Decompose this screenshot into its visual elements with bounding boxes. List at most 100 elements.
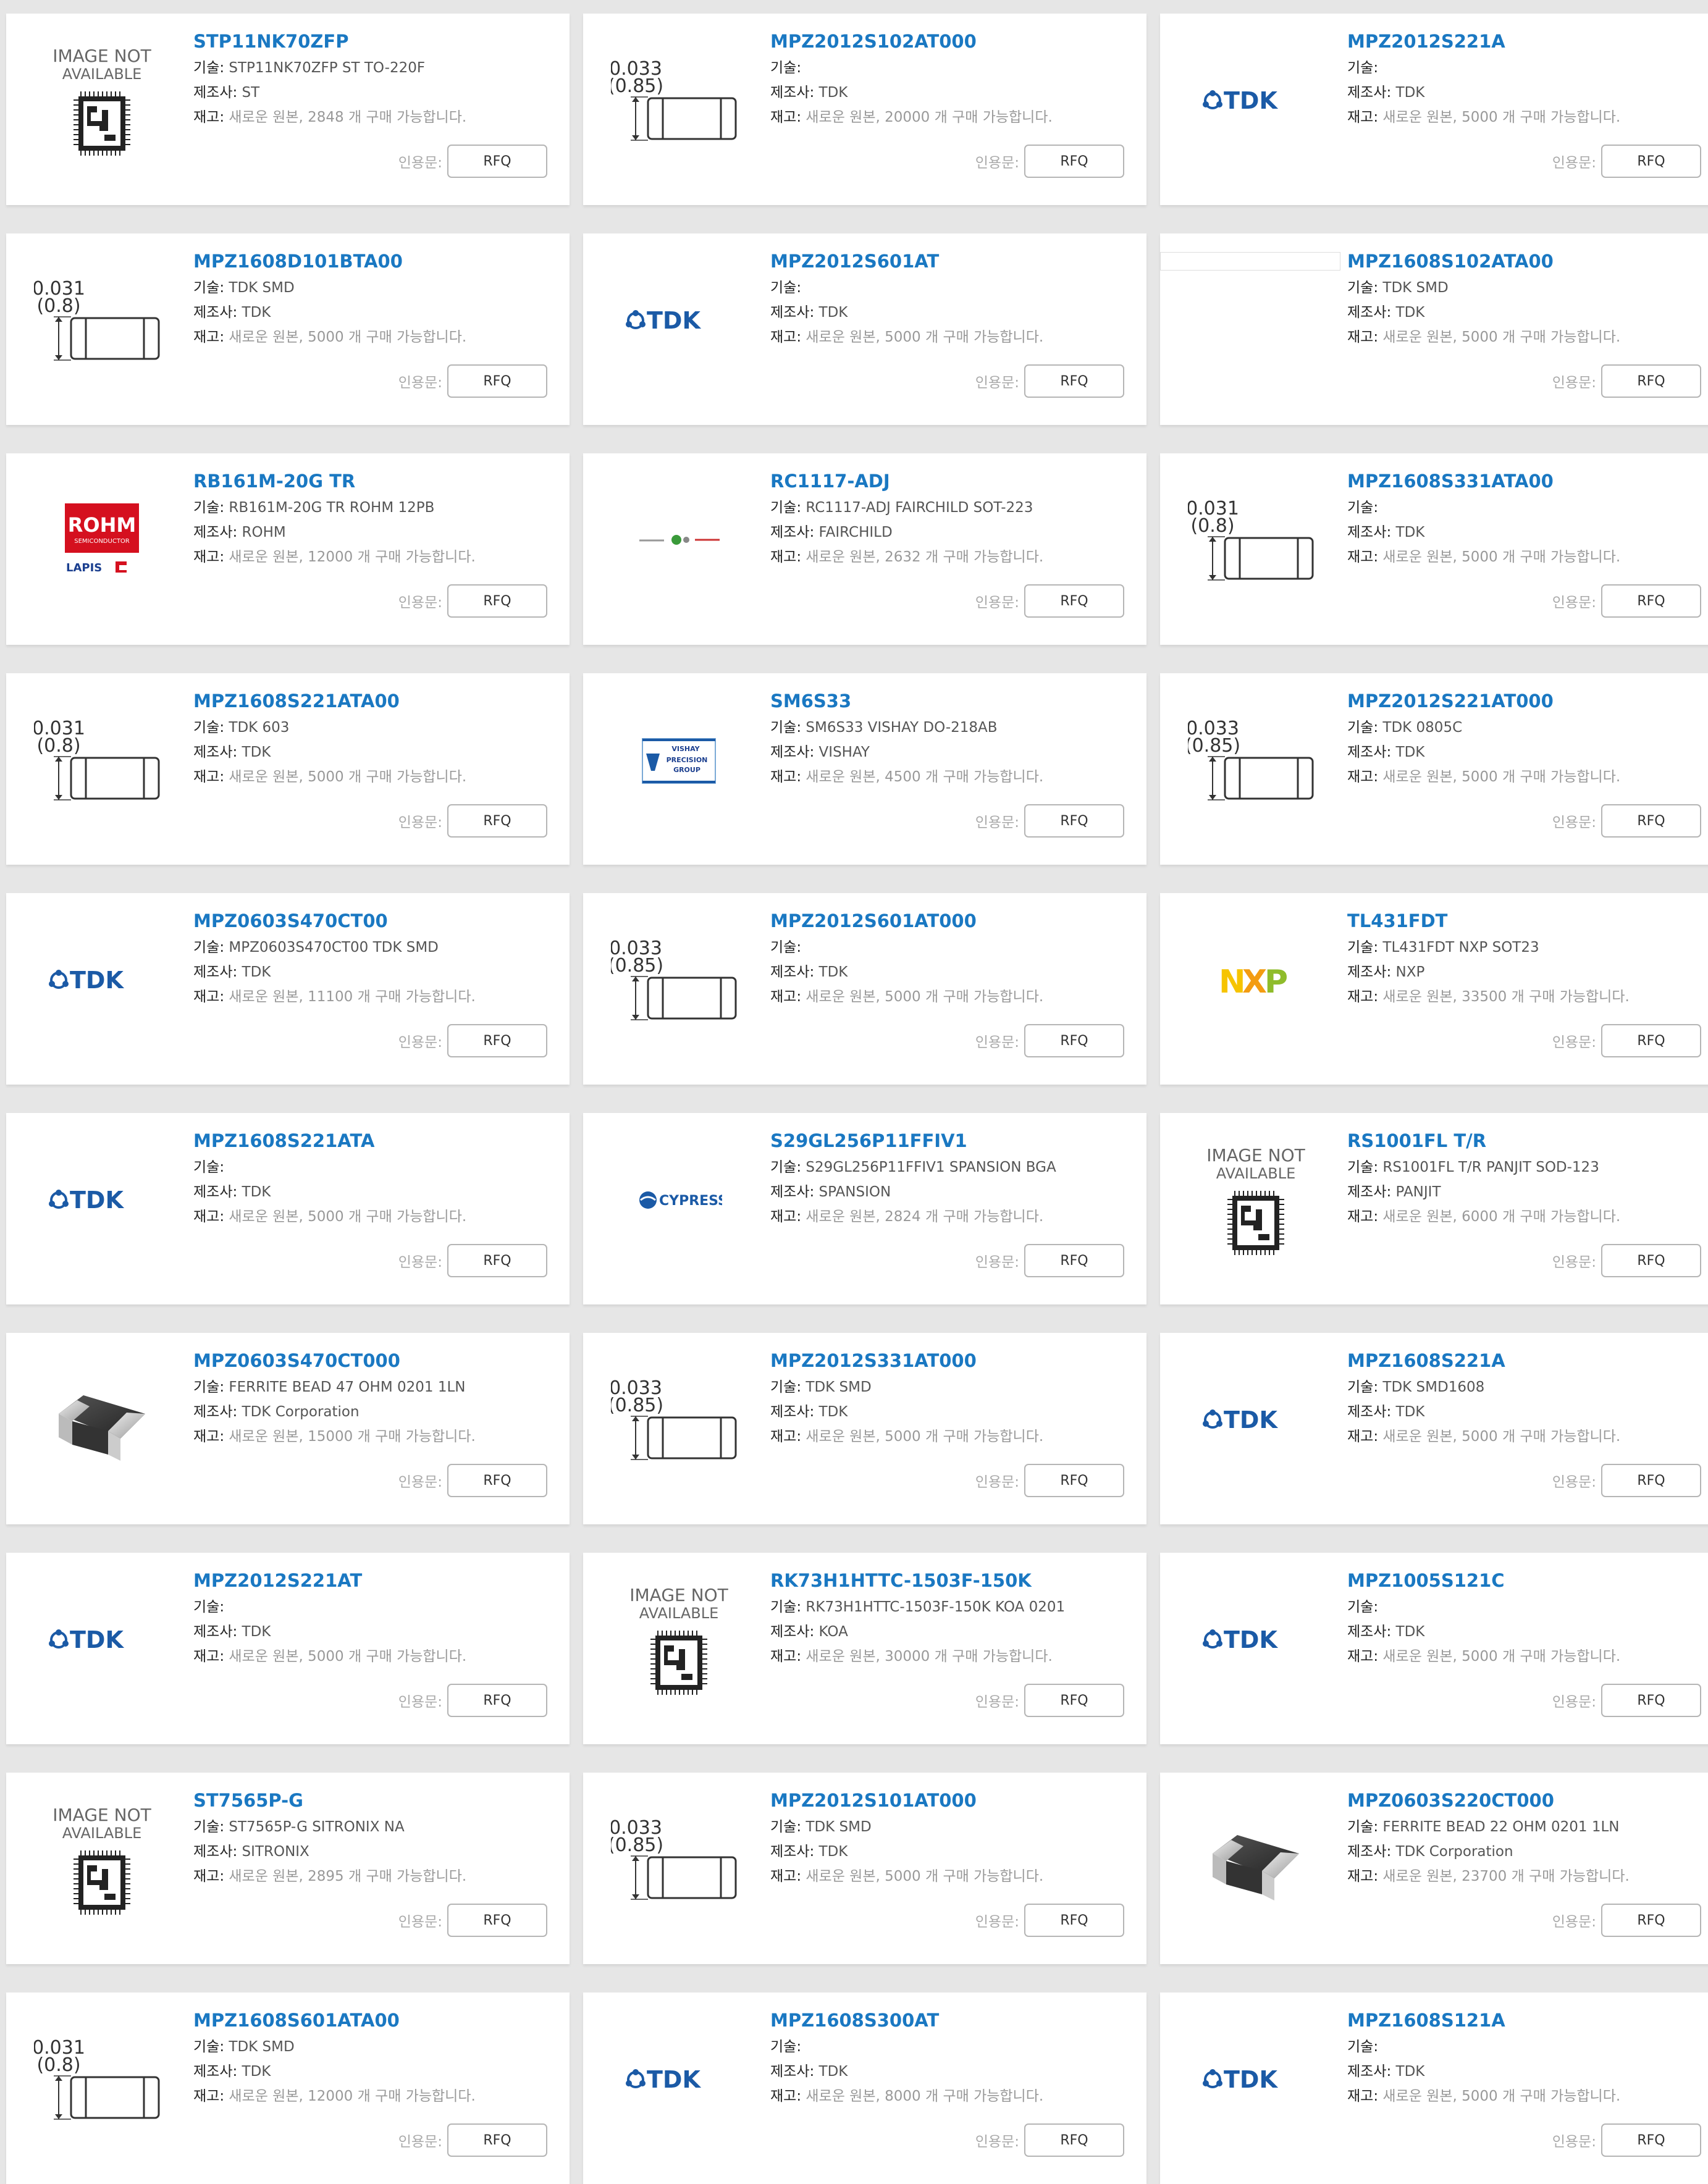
product-thumbnail[interactable]: 0.031 (0.8)	[25, 2015, 179, 2144]
product-name-link[interactable]: MPZ1608S221A	[1347, 1350, 1705, 1371]
product-name-link[interactable]: MPZ0603S470CT00	[193, 910, 551, 931]
product-thumbnail[interactable]: CYPRESS	[602, 1135, 756, 1265]
quote-label: 인용문:	[975, 2134, 1019, 2150]
product-name-link[interactable]: STP11NK70ZFP	[193, 31, 551, 52]
product-thumbnail[interactable]: IMAGE NOT AVAILABLE	[602, 1575, 756, 1705]
product-thumbnail[interactable]: IMAGE NOT AVAILABLE	[25, 36, 179, 166]
product-thumbnail[interactable]: TDK	[1179, 1355, 1333, 1485]
rfq-button[interactable]: RFQ	[1601, 584, 1701, 618]
rfq-button[interactable]: RFQ	[1601, 2123, 1701, 2157]
product-thumbnail[interactable]: IMAGE NOT AVAILABLE	[25, 1795, 179, 1925]
product-name-link[interactable]: MPZ0603S470CT000	[193, 1350, 551, 1371]
quote-label: 인용문:	[975, 815, 1019, 831]
product-thumbnail[interactable]: TDK	[1179, 2015, 1333, 2144]
product-info: MPZ0603S470CT000 기술: FERRITE BEAD 47 OHM…	[193, 1350, 551, 1449]
rfq-button[interactable]: RFQ	[1601, 1464, 1701, 1497]
rfq-button[interactable]: RFQ	[1601, 804, 1701, 838]
product-thumbnail[interactable]: 0.033 (0.85)	[1179, 695, 1333, 825]
product-name-link[interactable]: MPZ1608D101BTA00	[193, 251, 551, 272]
rfq-button[interactable]: RFQ	[447, 1684, 547, 1717]
rfq-button[interactable]: RFQ	[1024, 145, 1124, 178]
product-thumbnail[interactable]: TDK	[25, 915, 179, 1045]
rfq-button[interactable]: RFQ	[1024, 1464, 1124, 1497]
rfq-button[interactable]: RFQ	[447, 584, 547, 618]
product-thumbnail[interactable]: TDK	[25, 1575, 179, 1705]
product-name-link[interactable]: MPZ1608S601ATA00	[193, 2010, 551, 2031]
rfq-button[interactable]: RFQ	[447, 145, 547, 178]
product-thumbnail[interactable]: 0.033 (0.85)	[602, 36, 756, 166]
product-thumbnail[interactable]: 0.031 (0.8)	[25, 256, 179, 385]
product-name-link[interactable]: MPZ1608S221ATA00	[193, 691, 551, 712]
product-thumbnail[interactable]: 0.033 (0.85)	[602, 915, 756, 1045]
product-thumbnail[interactable]	[1179, 256, 1333, 385]
rfq-button[interactable]: RFQ	[1024, 584, 1124, 618]
product-name-link[interactable]: ST7565P-G	[193, 1790, 551, 1811]
product-name-link[interactable]: RB161M-20G TR	[193, 471, 551, 492]
product-thumbnail[interactable]: TDK	[602, 256, 756, 385]
rfq-button[interactable]: RFQ	[1601, 1024, 1701, 1057]
product-stock-row: 재고: 새로운 원본, 5000 개 구매 가능합니다.	[193, 1204, 551, 1229]
rfq-button[interactable]: RFQ	[1024, 1904, 1124, 1937]
rfq-button[interactable]: RFQ	[447, 364, 547, 398]
rfq-button[interactable]: RFQ	[1024, 364, 1124, 398]
rfq-button[interactable]: RFQ	[447, 1244, 547, 1277]
product-thumbnail[interactable]	[1179, 1795, 1333, 1925]
product-name-link[interactable]: RK73H1HTTC-1503F-150K	[770, 1570, 1128, 1591]
rfq-button[interactable]: RFQ	[1024, 804, 1124, 838]
product-thumbnail[interactable]: 0.031 (0.8)	[1179, 476, 1333, 605]
rfq-button[interactable]: RFQ	[447, 1464, 547, 1497]
product-thumbnail[interactable]: TDK	[602, 2015, 756, 2144]
product-name-link[interactable]: MPZ2012S601AT000	[770, 910, 1128, 931]
product-manufacturer-row: 제조사: TDK	[1347, 740, 1705, 765]
product-name-link[interactable]: MPZ2012S221AT000	[1347, 691, 1705, 712]
rfq-button[interactable]: RFQ	[447, 1024, 547, 1057]
rfq-button[interactable]: RFQ	[447, 2123, 547, 2157]
product-name-link[interactable]: MPZ2012S601AT	[770, 251, 1128, 272]
rfq-button[interactable]: RFQ	[1024, 2123, 1124, 2157]
product-name-link[interactable]: MPZ1608S121A	[1347, 2010, 1705, 2031]
product-thumbnail[interactable]: 0.031 (0.8)	[25, 695, 179, 825]
rfq-button[interactable]: RFQ	[1024, 1024, 1124, 1057]
rfq-button[interactable]: RFQ	[1024, 1684, 1124, 1717]
product-name-link[interactable]: TL431FDT	[1347, 910, 1705, 931]
product-thumbnail[interactable]: VISHAY PRECISION GROUP	[602, 695, 756, 825]
product-thumbnail[interactable]	[25, 1355, 179, 1485]
vishay-precision-text: PRECISION	[667, 756, 708, 764]
product-stock-row: 재고: 새로운 원본, 5000 개 구매 가능합니다.	[1347, 105, 1705, 130]
tech-value: MPZ0603S470CT00 TDK SMD	[229, 939, 439, 956]
product-thumbnail[interactable]: TDK	[1179, 1575, 1333, 1705]
product-name-link[interactable]: MPZ2012S102AT000	[770, 31, 1128, 52]
rfq-button[interactable]: RFQ	[447, 1904, 547, 1937]
rfq-button[interactable]: RFQ	[447, 804, 547, 838]
product-name-link[interactable]: SM6S33	[770, 691, 1128, 712]
product-name-link[interactable]: MPZ2012S221A	[1347, 31, 1705, 52]
manufacturer-label: 제조사:	[193, 1844, 238, 1860]
product-name-link[interactable]: S29GL256P11FFIV1	[770, 1130, 1128, 1151]
product-thumbnail[interactable]: N X P	[1179, 915, 1333, 1045]
product-thumbnail[interactable]	[602, 476, 756, 605]
product-thumbnail[interactable]: IMAGE NOT AVAILABLE	[1179, 1135, 1333, 1265]
rfq-button[interactable]: RFQ	[1601, 145, 1701, 178]
product-thumbnail[interactable]: 0.033 (0.85)	[602, 1355, 756, 1485]
rfq-button[interactable]: RFQ	[1601, 1904, 1701, 1937]
product-thumbnail[interactable]: 0.033 (0.85)	[602, 1795, 756, 1925]
product-thumbnail[interactable]: TDK	[25, 1135, 179, 1265]
product-name-link[interactable]: MPZ1005S121C	[1347, 1570, 1705, 1591]
rfq-button[interactable]: RFQ	[1024, 1244, 1124, 1277]
product-name-link[interactable]: MPZ1608S221ATA	[193, 1130, 551, 1151]
product-name-link[interactable]: MPZ1608S300AT	[770, 2010, 1128, 2031]
rfq-button[interactable]: RFQ	[1601, 364, 1701, 398]
product-name-link[interactable]: RS1001FL T/R	[1347, 1130, 1705, 1151]
rfq-button[interactable]: RFQ	[1601, 1684, 1701, 1717]
rfq-button[interactable]: RFQ	[1601, 1244, 1701, 1277]
product-name-link[interactable]: MPZ2012S221AT	[193, 1570, 551, 1591]
product-name-link[interactable]: MPZ1608S331ATA00	[1347, 471, 1705, 492]
stock-label: 재고:	[193, 109, 225, 125]
product-name-link[interactable]: MPZ2012S101AT000	[770, 1790, 1128, 1811]
product-name-link[interactable]: MPZ1608S102ATA00	[1347, 251, 1705, 272]
product-name-link[interactable]: MPZ0603S220CT000	[1347, 1790, 1705, 1811]
product-name-link[interactable]: RC1117-ADJ	[770, 471, 1128, 492]
product-thumbnail[interactable]: ROHM SEMICONDUCTOR LAPIS	[25, 476, 179, 605]
product-name-link[interactable]: MPZ2012S331AT000	[770, 1350, 1128, 1371]
product-thumbnail[interactable]: TDK	[1179, 36, 1333, 166]
